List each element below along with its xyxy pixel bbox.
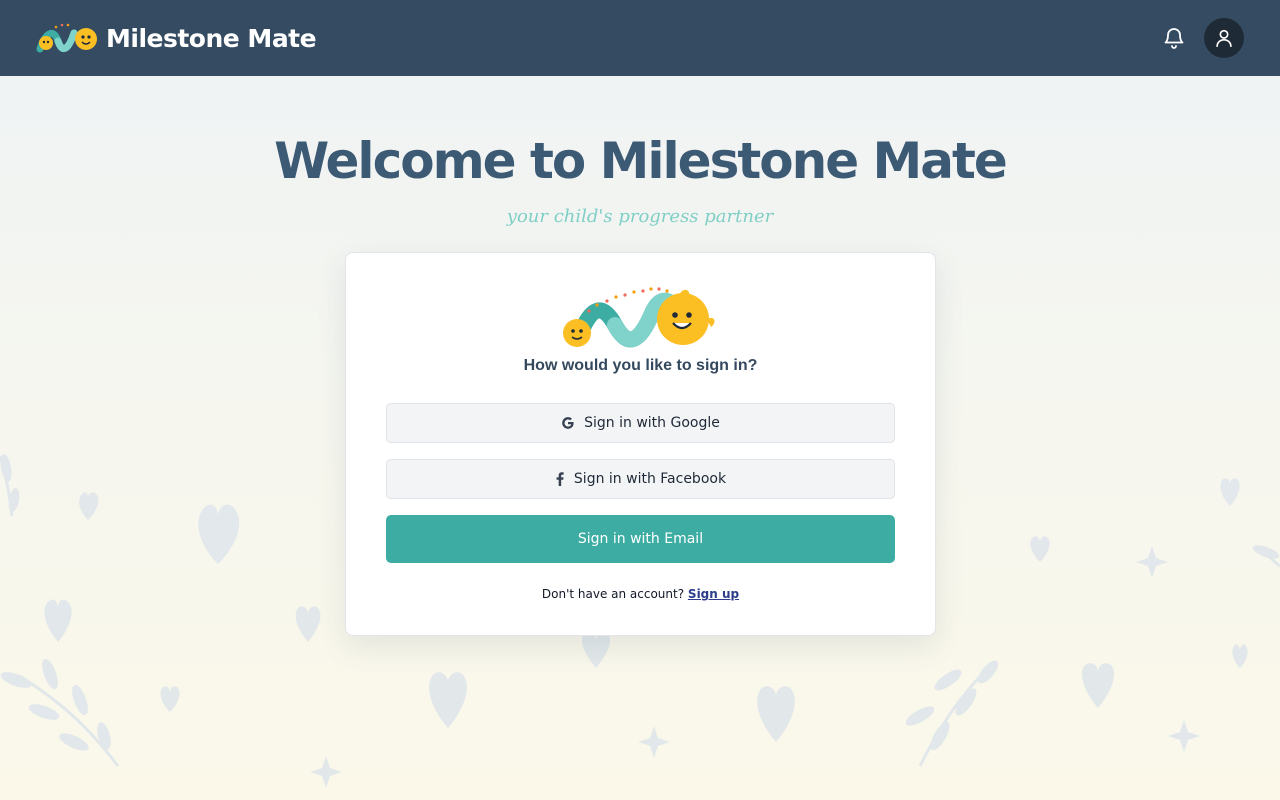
- leaf-decoration: [930, 721, 950, 751]
- leaf-decoration: [97, 722, 111, 750]
- heart-decoration: [1232, 644, 1248, 668]
- no-account-text: Don't have an account?: [541, 587, 685, 601]
- bell-icon: [1164, 28, 1184, 49]
- heart-decoration: [581, 632, 611, 668]
- sparkle-decoration: [1136, 546, 1168, 578]
- leaf-decoration: [977, 660, 999, 684]
- leaf-decoration: [934, 669, 962, 691]
- brand-name: Milestone Mate: [106, 23, 317, 53]
- profile-menu-button[interactable]: [1204, 18, 1244, 58]
- heart-decoration: [44, 599, 72, 642]
- heart-decoration: [79, 492, 99, 520]
- heart-decoration: [757, 686, 795, 742]
- header-actions: [1160, 18, 1244, 58]
- leaf-decoration: [905, 706, 935, 726]
- leaf-decoration: [1252, 545, 1280, 559]
- heart-decoration: [1220, 478, 1240, 506]
- email-signin-label: Sign in with Email: [577, 531, 704, 547]
- brand-logo-link[interactable]: Milestone Mate: [36, 21, 317, 55]
- facebook-signin-label: Sign in with Facebook: [573, 471, 727, 487]
- heart-decoration: [429, 672, 467, 728]
- facebook-icon: [556, 472, 564, 486]
- facebook-signin-button[interactable]: Sign in with Facebook: [386, 459, 895, 499]
- heart-decoration: [1081, 663, 1115, 708]
- signup-prompt: Don't have an account? Sign up: [346, 587, 935, 601]
- page-subtitle: your child's progress partner: [506, 206, 774, 227]
- leaf-decoration: [28, 704, 60, 720]
- heart-decoration: [160, 686, 180, 712]
- page-title: Welcome to Milestone Mate: [274, 132, 1008, 190]
- signup-link[interactable]: Sign up: [688, 587, 739, 601]
- heart-decoration: [295, 606, 321, 642]
- google-signin-label: Sign in with Google: [584, 415, 720, 431]
- notifications-button[interactable]: [1160, 24, 1188, 52]
- leaf-decoration: [955, 688, 977, 716]
- sparkle-decoration: [638, 726, 670, 758]
- google-icon: [562, 417, 574, 429]
- google-signin-button[interactable]: Sign in with Google: [386, 403, 895, 443]
- email-signin-button[interactable]: Sign in with Email: [386, 515, 895, 563]
- mascot-illustration: [563, 287, 715, 348]
- heart-decoration: [1030, 536, 1050, 562]
- leaf-decoration: [59, 733, 89, 751]
- sparkle-decoration: [1168, 720, 1200, 752]
- leaf-decoration: [72, 684, 88, 716]
- heart-decoration: [198, 504, 240, 564]
- user-icon: [1216, 29, 1232, 48]
- leaf-decoration: [0, 672, 32, 688]
- leaf-decoration: [8, 488, 20, 512]
- leaf-decoration: [0, 454, 12, 482]
- brand-mascot-icon: [36, 23, 97, 53]
- signin-card: How would you like to sign in? Sign in w…: [345, 252, 936, 636]
- top-navigation-bar: Milestone Mate: [0, 0, 1280, 76]
- signin-question: How would you like to sign in?: [523, 357, 758, 374]
- sparkle-decoration: [310, 756, 342, 788]
- leaf-decoration: [42, 658, 58, 690]
